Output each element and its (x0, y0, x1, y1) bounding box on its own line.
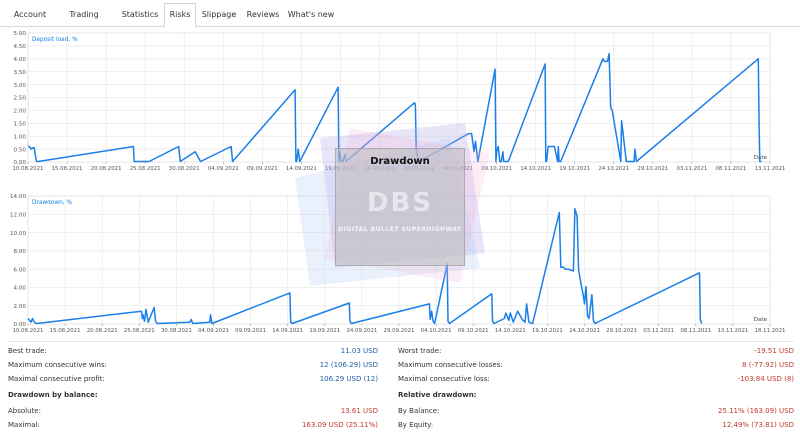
y-tick-label: 2.00 (14, 304, 27, 310)
stat-absolute: Absolute: 13.61 USD (8, 407, 378, 415)
x-tick-label: 09.09.2021 (235, 328, 266, 334)
x-tick-label: 18.11.2021 (755, 328, 786, 334)
stat-by-balance: By Balance: 25.11% (163.09) USD (398, 407, 794, 415)
y-tick-label: 4.00 (14, 286, 27, 292)
y-tick-label: 12.00 (10, 212, 26, 218)
stat-by-equity: By Equity: 12.49% (73.81) USD (398, 421, 794, 429)
x-tick-label: 24.10.2021 (569, 328, 600, 334)
stats-divider (8, 341, 794, 342)
x-tick-label: 03.11.2021 (643, 328, 674, 334)
y-tick-label: 14.00 (10, 194, 26, 200)
stat-max-consecutive-losses: Maximum consecutive losses: 8 (-77.92) US… (398, 361, 794, 369)
x-tick-label: 19.10.2021 (532, 328, 563, 334)
stat-best-trade: Best trade: 11.03 USD (8, 347, 378, 355)
x-tick-label: 14.10.2021 (495, 328, 526, 334)
stat-worst-trade: Worst trade: -19.51 USD (398, 347, 794, 355)
y-tick-label: 8.00 (14, 249, 27, 255)
x-tick-label: 29.10.2021 (606, 328, 637, 334)
x-tick-label: 10.08.2021 (13, 328, 44, 334)
stat-max-consecutive-loss: Maximal consecutive loss: -103.84 USD (8) (398, 375, 794, 383)
y-tick-label: 6.00 (14, 267, 27, 273)
section-drawdown-by-balance: Drawdown by balance: (8, 391, 98, 399)
section-relative-drawdown: Relative drawdown: (398, 391, 477, 399)
x-tick-label: 14.09.2021 (272, 328, 303, 334)
y-tick-label: 10.00 (10, 231, 26, 237)
x-tick-label: 13.11.2021 (717, 328, 748, 334)
x-tick-label: 04.09.2021 (198, 328, 229, 334)
stat-max-consecutive-wins: Maximum consecutive wins: 12 (106.29) USD (8, 361, 378, 369)
x-tick-label: 29.09.2021 (384, 328, 415, 334)
x-tick-label: 04.10.2021 (421, 328, 452, 334)
drawdown-chart: 0.002.004.006.008.0010.0012.0014.0010.08… (10, 194, 786, 334)
x-tick-label: 08.11.2021 (680, 328, 711, 334)
x-tick-label: 19.09.2021 (309, 328, 340, 334)
x-tick-label: 25.08.2021 (124, 328, 155, 334)
x-tick-label: 20.08.2021 (87, 328, 118, 334)
x-tick-label: 15.08.2021 (50, 328, 81, 334)
legend-label: Drawdown, % (32, 200, 72, 206)
stat-maximal: Maximal: 163.09 USD (25.11%) (8, 421, 378, 429)
stat-max-consecutive-profit: Maximal consecutive profit: 106.29 USD (1… (8, 375, 378, 383)
x-axis-label: Date (754, 317, 768, 323)
x-tick-label: 09.10.2021 (458, 328, 489, 334)
x-tick-label: 24.09.2021 (346, 328, 377, 334)
x-tick-label: 30.08.2021 (161, 328, 192, 334)
